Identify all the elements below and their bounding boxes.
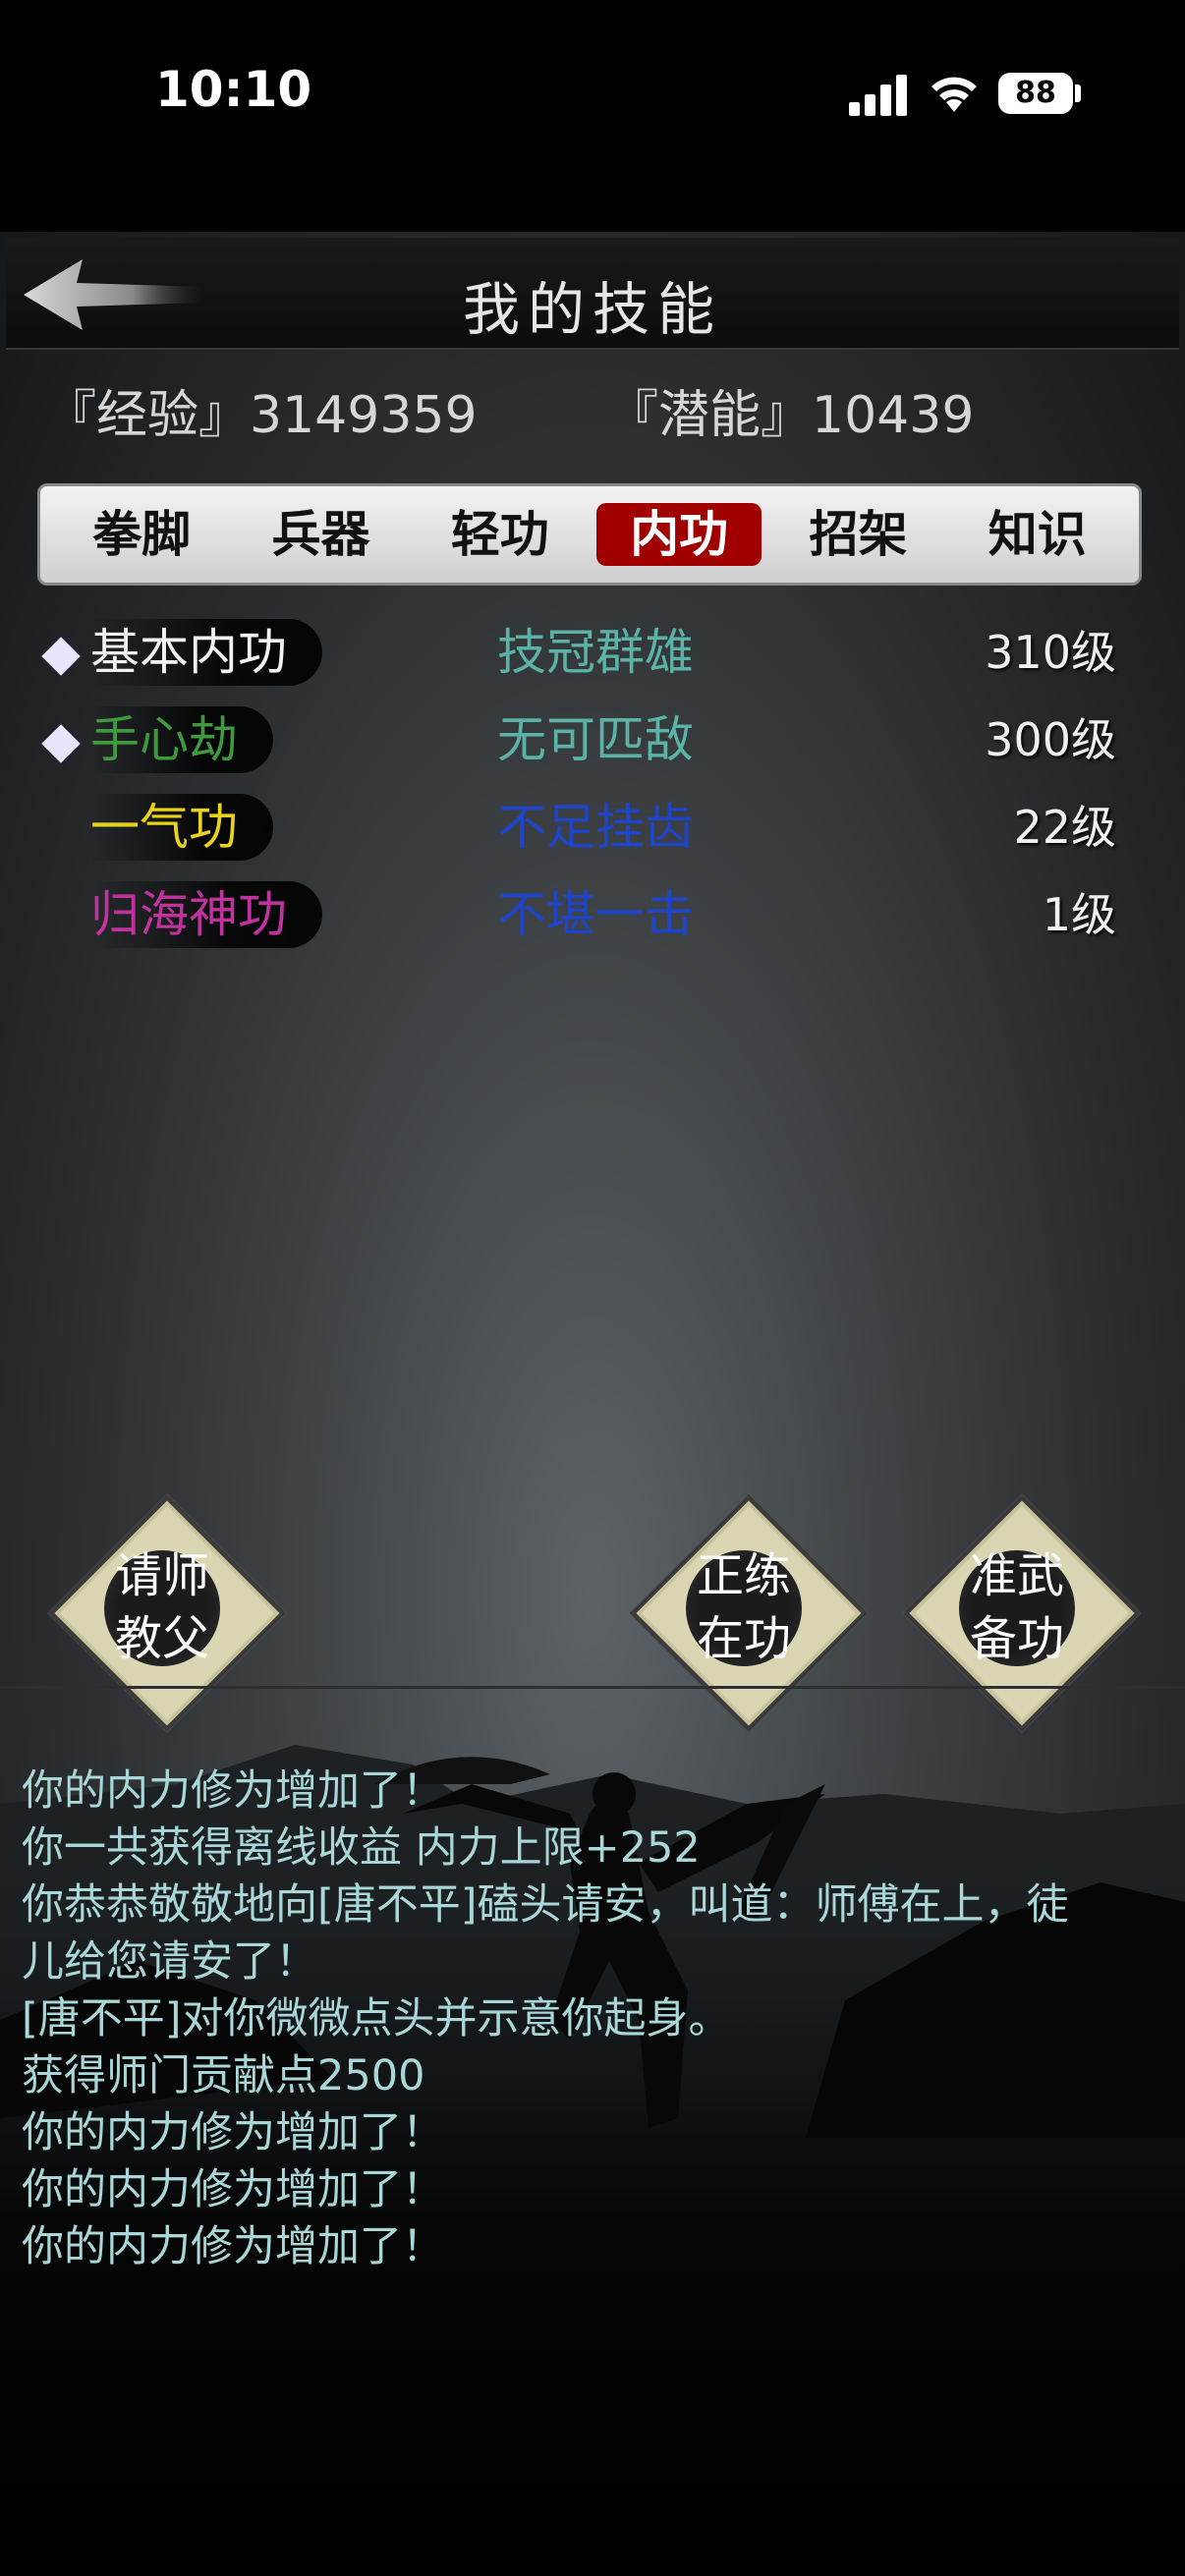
marked-diamond-icon <box>41 637 81 676</box>
log-line: 你一共获得离线收益 内力上限+252 <box>22 1823 701 1873</box>
log-line: 你的内力修为增加了！ <box>22 2165 444 2214</box>
skill-rank: 不足挂齿 <box>497 799 694 856</box>
skill-row[interactable]: 基本内功 技冠群雄 310级 <box>0 613 1185 698</box>
tab-lightness[interactable]: 轻功 <box>418 503 583 566</box>
skill-name[interactable]: 手心劫 <box>90 706 273 773</box>
page-title: 我的技能 <box>462 276 722 343</box>
button-label-line: 教父 <box>114 1611 209 1666</box>
cellular-signal-icon <box>849 73 908 116</box>
log-line: 你的内力修为增加了！ <box>22 1766 444 1816</box>
log-line: 你的内力修为增加了！ <box>22 2108 444 2157</box>
log-line: 你的内力修为增加了！ <box>22 2222 444 2271</box>
button-label-line: 请师 <box>114 1548 209 1603</box>
tab-parry[interactable]: 招架 <box>775 503 940 566</box>
stats-bar: 『经验』3149359 『潜能』10439 <box>0 373 1185 452</box>
tab-weapon[interactable]: 兵器 <box>238 503 403 566</box>
tab-fist[interactable]: 拳脚 <box>59 503 224 566</box>
header-bar: 我的技能 <box>6 238 1179 350</box>
skill-level: 310级 <box>985 626 1116 679</box>
skill-level: 1级 <box>1042 888 1116 941</box>
skill-row[interactable]: 归海神功 不堪一击 1级 <box>0 875 1185 960</box>
potential-value: 『潜能』10439 <box>607 386 975 445</box>
skill-rank: 无可匹敌 <box>497 711 694 768</box>
skill-name[interactable]: 一气功 <box>90 794 273 861</box>
experience-value: 『经验』3149359 <box>45 386 478 445</box>
skill-rank: 不堪一击 <box>497 886 694 943</box>
log-line: [唐不平]对你微微点头并示意你起身。 <box>22 1994 731 2044</box>
skill-level: 22级 <box>1013 801 1116 854</box>
skill-level: 300级 <box>985 713 1116 766</box>
status-time: 10:10 <box>155 61 312 118</box>
tab-knowledge[interactable]: 知识 <box>955 503 1120 566</box>
log-line: 儿给您请安了！ <box>22 1937 317 1987</box>
skill-row[interactable]: 一气功 不足挂齿 22级 <box>0 788 1185 872</box>
button-label-line: 在功 <box>696 1611 791 1666</box>
battery-tip <box>1075 84 1081 102</box>
log-line: 你恭恭敬敬地向[唐不平]磕头请安，叫道：师傅在上，徒 <box>22 1880 1069 1930</box>
skill-category-tabs: 拳脚 兵器 轻功 内功 招架 知识 <box>37 483 1142 586</box>
skill-rank: 技冠群雄 <box>497 624 694 681</box>
log-line: 获得师门贡献点2500 <box>22 2051 425 2100</box>
skill-name[interactable]: 归海神功 <box>90 881 322 948</box>
skill-row[interactable]: 手心劫 无可匹敌 300级 <box>0 700 1185 785</box>
battery-icon: 88 <box>998 73 1073 114</box>
status-bar: 10:10 88 <box>0 0 1185 196</box>
button-label-line: 准武 <box>969 1548 1064 1603</box>
marked-diamond-icon <box>41 724 81 763</box>
skill-name[interactable]: 基本内功 <box>90 619 322 686</box>
button-label-line: 正练 <box>696 1548 791 1603</box>
button-label-line: 备功 <box>969 1611 1064 1666</box>
skills-screen: 我的技能 『经验』3149359 『潜能』10439 拳脚 兵器 轻功 内功 招… <box>0 232 1185 2576</box>
wifi-icon <box>931 77 977 112</box>
tab-internal[interactable]: 内功 <box>596 503 762 566</box>
